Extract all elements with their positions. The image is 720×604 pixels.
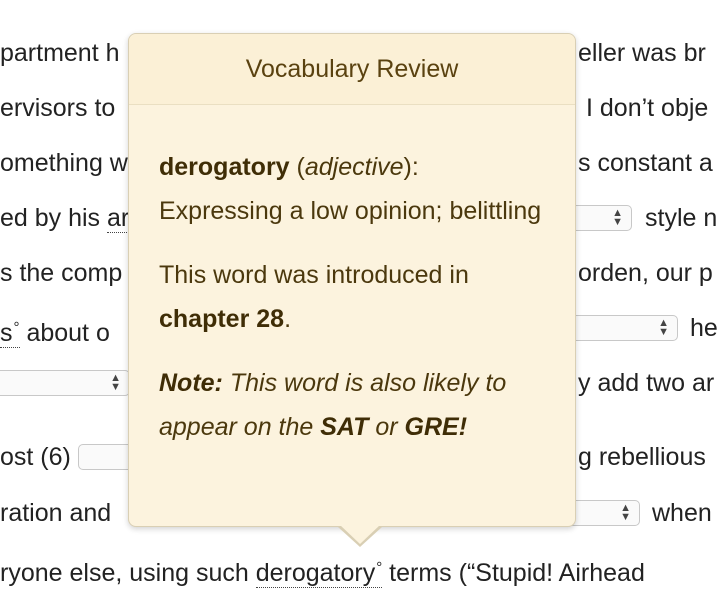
- note-label: Note:: [159, 369, 223, 397]
- text-line: ryone else, using such derogatory° terms…: [0, 559, 645, 588]
- note: Note: This word is also likely to appear…: [159, 369, 507, 441]
- exam-sat: SAT: [320, 413, 369, 441]
- text-fragment: I don’t obje: [586, 94, 709, 122]
- popover-body: derogatory (adjective): Expressing a low…: [129, 145, 575, 449]
- popover-title: Vocabulary Review: [129, 34, 575, 105]
- vocab-word: derogatory: [159, 153, 290, 181]
- exam-gre: GRE!: [404, 413, 468, 441]
- text-line: ervisors to: [0, 94, 116, 122]
- text-line: ration and: [0, 499, 112, 527]
- glossary-word-link[interactable]: ar: [107, 204, 130, 233]
- vocabulary-popover: Vocabulary Review derogatory (adjective)…: [128, 33, 576, 527]
- select-arrows-icon: ▲ ▼: [620, 502, 631, 523]
- answer-select[interactable]: ▲ ▼: [0, 370, 130, 396]
- text-fragment: he: [690, 314, 718, 342]
- popover-arrow-inner: [340, 525, 380, 544]
- glossary-word-link[interactable]: s°: [0, 319, 20, 348]
- chapter-ref: chapter 28: [159, 305, 285, 333]
- chapter-info: This word was introduced in chapter 28.: [159, 261, 469, 333]
- select-arrows-icon: ▲ ▼: [612, 207, 623, 228]
- text-line: omething w: [0, 149, 128, 177]
- text-line: ed by his ar: [0, 204, 130, 233]
- text-fragment: g rebellious: [578, 443, 706, 471]
- glossary-word-link-derogatory[interactable]: derogatory°: [255, 559, 383, 588]
- select-arrows-icon: ▲ ▼: [110, 372, 121, 393]
- text-fragment: style n: [645, 204, 718, 232]
- answer-select[interactable]: ▲ ▼: [560, 315, 678, 341]
- text-line: s the comp: [0, 259, 123, 287]
- text-line: ost (6): [0, 443, 71, 471]
- select-arrows-icon: ▲ ▼: [658, 317, 669, 338]
- part-of-speech: adjective: [304, 153, 404, 181]
- text-fragment: orden, our p: [578, 259, 713, 287]
- text-fragment: s constant a: [578, 149, 713, 177]
- text-fragment: y add two ar: [578, 369, 715, 397]
- text-line: partment h: [0, 39, 120, 67]
- text-line: s° about o: [0, 319, 110, 348]
- definition-text: Expressing a low opinion; belittling: [159, 197, 542, 225]
- definition: derogatory (adjective): Expressing a low…: [159, 153, 542, 225]
- text-fragment: eller was br: [578, 39, 706, 67]
- text-fragment: when: [652, 499, 712, 527]
